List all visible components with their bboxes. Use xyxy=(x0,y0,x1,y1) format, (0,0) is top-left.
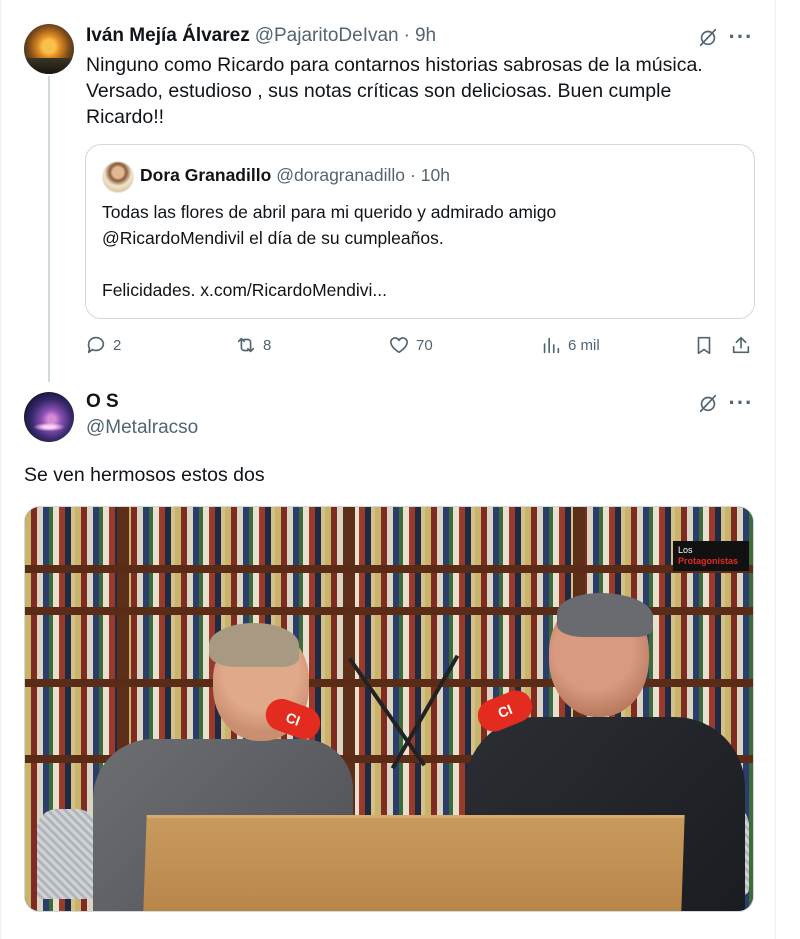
reply-icon xyxy=(87,336,105,354)
views-count: 6 mil xyxy=(568,336,600,354)
logo-line1: Los xyxy=(678,545,693,555)
tweet2-author-name[interactable]: O S xyxy=(86,391,119,413)
wooden-table xyxy=(143,815,685,911)
person-right-hair xyxy=(557,593,653,637)
quote-text-line: Todas las flores de abril para mi querid… xyxy=(102,202,557,222)
quote-text: Todas las flores de abril para mi querid… xyxy=(102,199,556,303)
quote-text-blank xyxy=(102,251,556,277)
tweet2-handle-row: @Metalracso xyxy=(86,417,198,439)
tweet2-text: Se ven hermosos estos dos xyxy=(24,464,265,486)
quote-time: 10h xyxy=(420,165,450,185)
more-icon[interactable]: ··· xyxy=(728,24,754,50)
timeline-right-border xyxy=(775,0,776,939)
logo-line2: Protagonistas xyxy=(678,556,739,566)
tweet2-author-name-row: O S xyxy=(86,391,119,413)
tweet1-text: Ninguno como Ricardo para contarnos hist… xyxy=(86,52,703,130)
like-icon xyxy=(389,337,409,354)
repost-count: 8 xyxy=(263,336,272,354)
show-logo: Los Protagonistas xyxy=(673,541,749,571)
quote-text-line: @RicardoMendivil el día de su cumpleaños… xyxy=(102,228,444,248)
avatar-dora xyxy=(102,161,134,193)
quote-separator: · xyxy=(409,165,416,185)
thread-connector-line xyxy=(48,76,50,382)
like-button[interactable]: 70 xyxy=(388,334,433,356)
repost-icon xyxy=(237,337,255,353)
bookmark-button[interactable] xyxy=(693,334,715,356)
reply-count: 2 xyxy=(113,336,122,354)
quote-text-line: Felicidades. x.com/RicardoMendivi... xyxy=(102,280,387,300)
share-icon xyxy=(732,336,750,354)
tweet1-header: Iván Mejía Álvarez @PajaritoDeIvan · 9h xyxy=(86,25,436,47)
tweet1-text-line: Ricardo!! xyxy=(86,106,165,128)
reply-button[interactable]: 2 xyxy=(85,334,121,356)
quote-handle: @doragranadillo xyxy=(276,165,405,185)
views-button[interactable]: 6 mil xyxy=(540,334,600,356)
share-button[interactable] xyxy=(730,334,752,356)
tweet1-handle[interactable]: @PajaritoDeIvan xyxy=(255,25,399,47)
tweet2-media-image[interactable]: Los Protagonistas CI CI xyxy=(24,506,754,912)
quote-header: Dora Granadillo @doragranadillo · 10h xyxy=(140,165,450,186)
tweet1-text-line: Versado, estudioso , sus notas críticas … xyxy=(86,80,672,102)
tweet1-text-line: Ninguno como Ricardo para contarnos hist… xyxy=(86,54,703,76)
like-count: 70 xyxy=(416,336,433,354)
avatar-os[interactable] xyxy=(24,392,74,442)
more-icon[interactable]: ··· xyxy=(728,390,754,416)
views-icon xyxy=(543,337,560,354)
tweet1-author-name[interactable]: Iván Mejía Álvarez xyxy=(86,25,250,47)
avatar-ivan[interactable] xyxy=(24,24,74,74)
tweet1-action-bar: 2 8 70 6 mil xyxy=(85,334,755,362)
person-left-hair xyxy=(209,623,299,667)
quote-tweet[interactable]: Dora Granadillo @doragranadillo · 10h To… xyxy=(85,144,755,319)
shelf-board xyxy=(25,565,753,573)
tweet1-time[interactable]: 9h xyxy=(415,25,436,47)
quote-author-name: Dora Granadillo xyxy=(140,165,272,185)
tweet2-handle[interactable]: @Metalracso xyxy=(86,417,198,439)
grok-icon[interactable] xyxy=(695,24,721,50)
bookmark-icon xyxy=(697,336,711,355)
grok-icon[interactable] xyxy=(695,390,721,416)
timeline-left-border xyxy=(0,0,1,939)
tweet1-separator: · xyxy=(403,25,410,46)
repost-button[interactable]: 8 xyxy=(235,334,271,356)
